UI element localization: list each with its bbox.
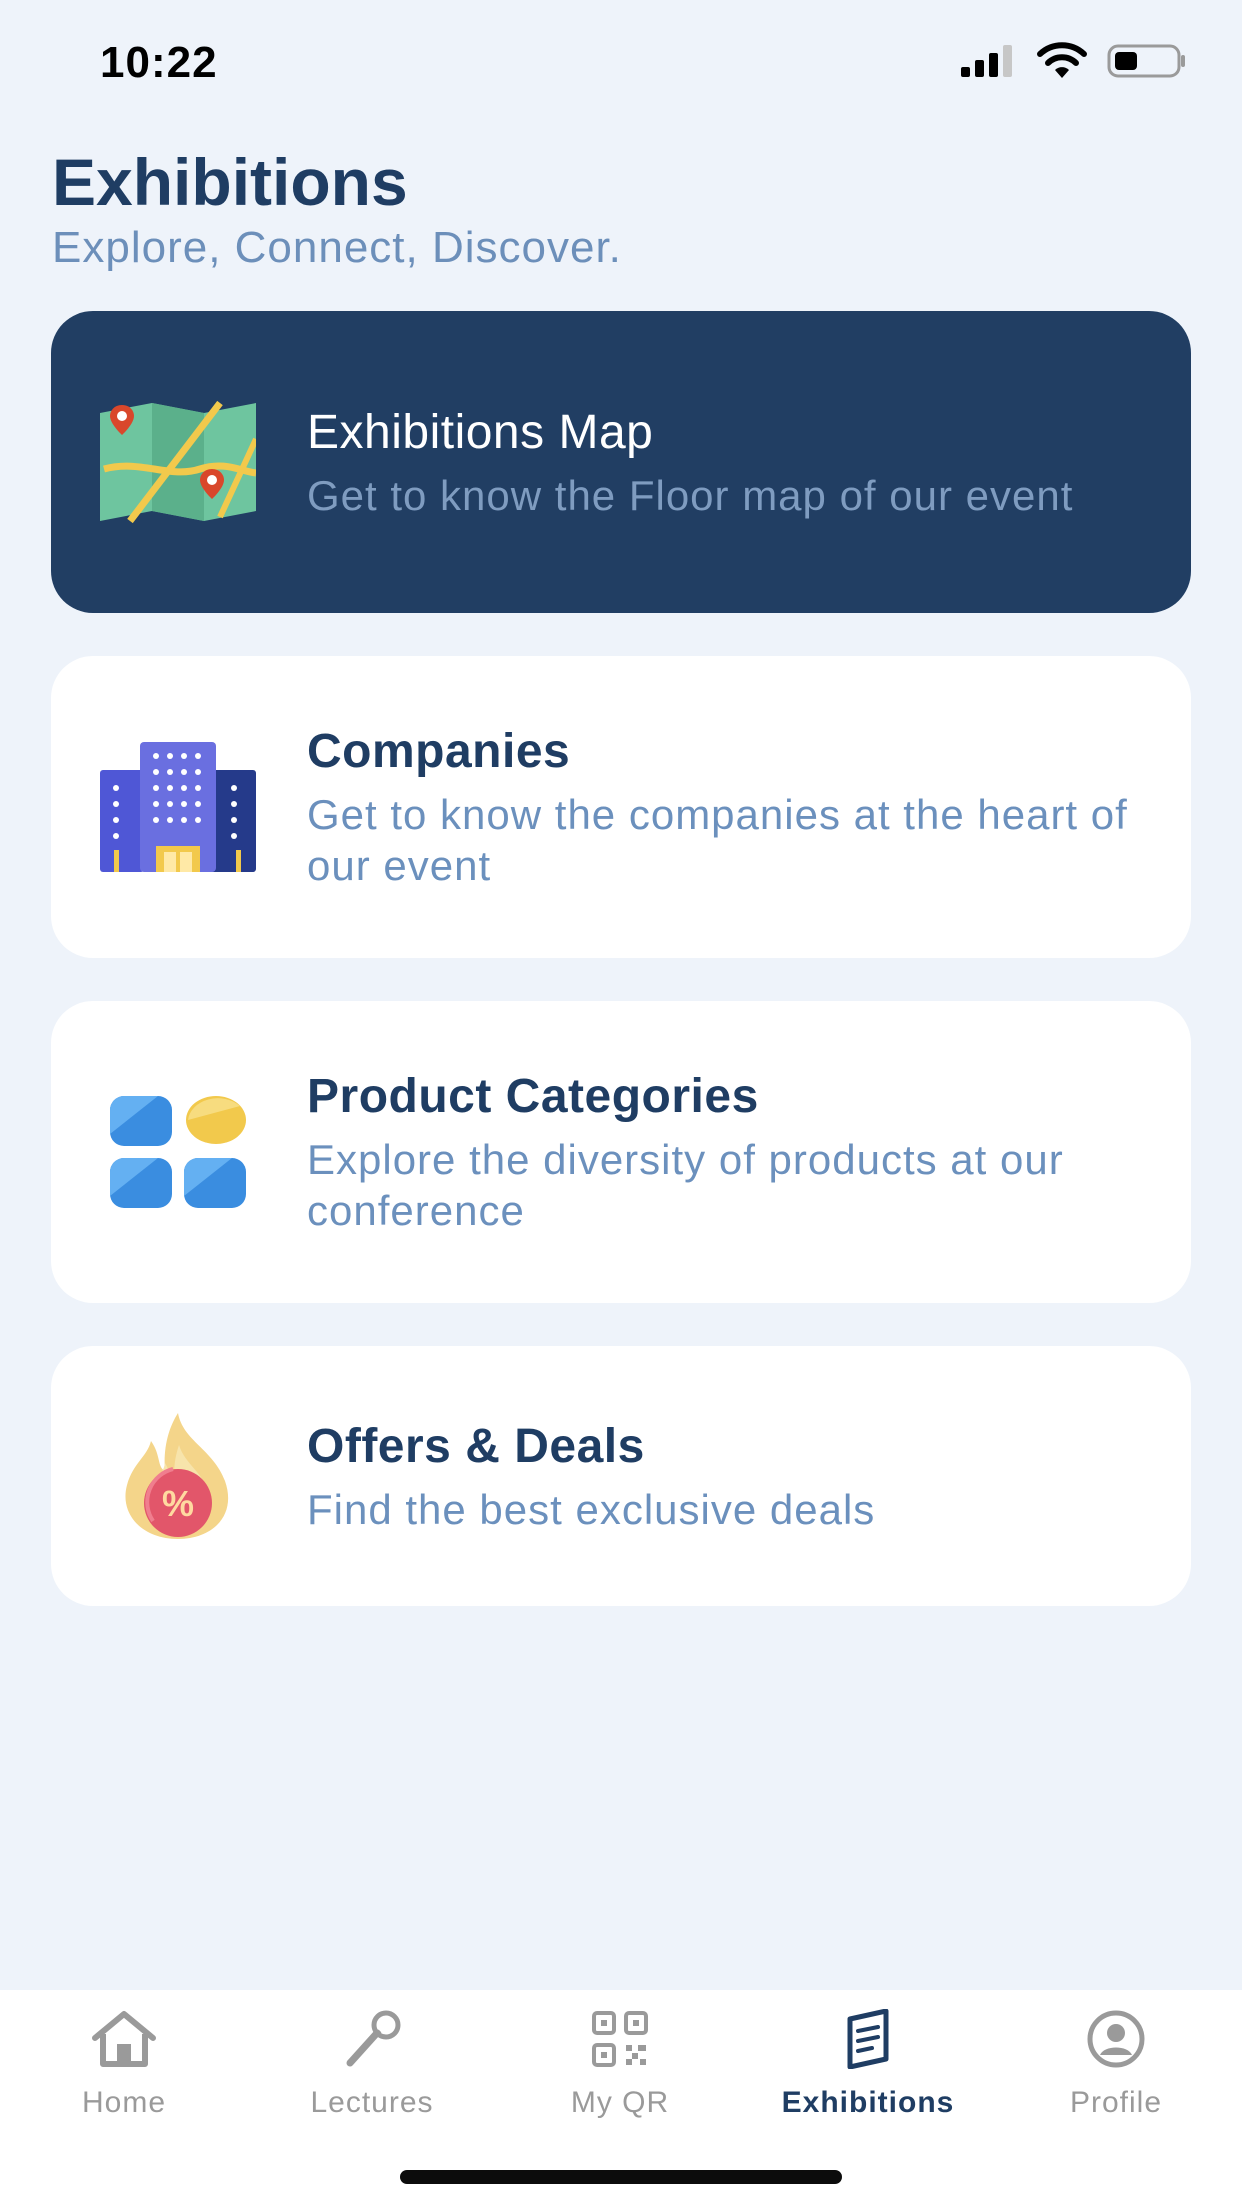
qr-code-icon [584,2008,656,2070]
home-indicator [400,2170,842,2184]
tab-lectures[interactable]: Lectures [248,2008,496,2128]
tab-profile[interactable]: Profile [992,2008,1240,2128]
map-icon [100,384,256,540]
battery-icon [1107,44,1185,78]
profile-icon [1080,2008,1152,2070]
card-title: Offers & Deals [307,1419,645,1473]
building-icon [100,729,256,885]
status-time: 10:22 [100,38,218,87]
status-icons [961,42,1187,80]
svg-text:%: % [162,1483,194,1524]
companies-card[interactable]: Companies Get to know the companies at t… [51,656,1191,958]
card-description: Get to know the Floor map of our event [307,471,1074,519]
tab-label: Profile [1069,2086,1163,2119]
wifi-icon [1037,42,1087,78]
card-title: Product Categories [307,1070,759,1123]
document-icon [832,2008,904,2070]
card-description: Explore the diversity of products at our… [307,1136,1064,1234]
tab-my-qr[interactable]: My QR [496,2008,744,2128]
tab-exhibitions[interactable]: Exhibitions [744,2008,992,2128]
tab-label: Exhibitions [781,2086,955,2119]
fire-percent-icon: % [100,1398,256,1554]
card-description: Get to know the companies at the heart o… [307,791,1128,889]
product-categories-card[interactable]: Product Categories Explore the diversity… [51,1001,1191,1303]
card-title: Companies [307,725,571,778]
tab-label: Home [81,2086,167,2119]
home-icon [88,2008,160,2070]
tab-home[interactable]: Home [0,2008,248,2128]
microphone-icon [336,2008,408,2070]
page-title: Exhibitions [52,145,408,219]
page-subtitle: Explore, Connect, Discover. [52,223,622,272]
exhibition-menu: Exhibitions Map Get to know the Floor ma… [51,311,1191,1649]
categories-icon [100,1074,256,1230]
cellular-signal-icon [961,45,1012,77]
card-description: Find the best exclusive deals [307,1485,876,1533]
tab-label: My QR [570,2086,670,2119]
page-header: Exhibitions Explore, Connect, Discover. [52,145,622,273]
status-bar: 10:22 [0,0,1242,130]
tab-label: Lectures [310,2086,434,2119]
card-title: Exhibitions Map [307,405,654,459]
exhibitions-map-card[interactable]: Exhibitions Map Get to know the Floor ma… [51,311,1191,613]
offers-deals-card[interactable]: % Offers & Deals Find the best exclusive… [51,1346,1191,1606]
